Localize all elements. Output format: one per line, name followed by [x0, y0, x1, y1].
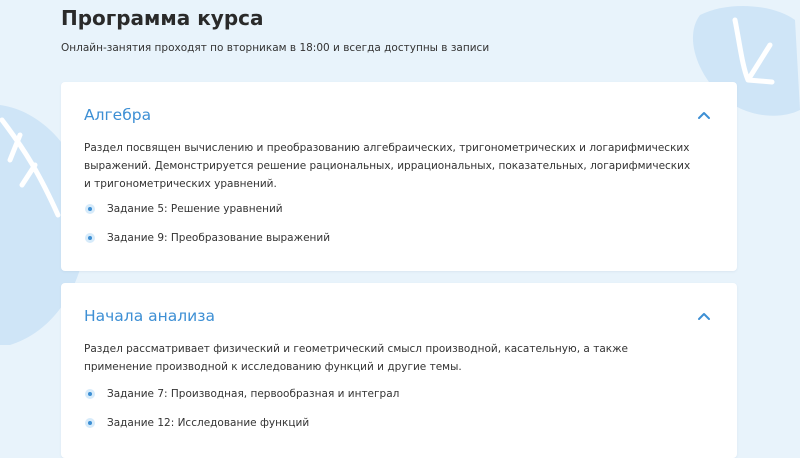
task-label: Задание 7: Производная, первообразная и … — [107, 388, 400, 400]
chevron-up-icon[interactable] — [697, 311, 711, 321]
bullet-icon — [85, 389, 95, 399]
section-description: Раздел рассматривает физический и геомет… — [84, 343, 629, 373]
list-item[interactable]: Задание 7: Производная, первообразная и … — [84, 386, 399, 415]
list-item[interactable]: Задание 5: Решение уравнений — [84, 201, 330, 230]
section-card-analysis: Начала анализа Раздел рассматривает физи… — [61, 283, 737, 458]
task-label: Задание 9: Преобразование выражений — [107, 231, 331, 244]
section-description: Раздел посвящен вычислению и преобразова… — [84, 142, 691, 190]
section-title[interactable]: Начала анализа — [84, 307, 215, 325]
bullet-icon — [85, 417, 95, 428]
section-title[interactable]: Алгебра — [84, 106, 151, 124]
chevron-up-icon[interactable] — [697, 110, 711, 120]
bullet-icon — [85, 232, 95, 243]
bullet-icon — [85, 204, 95, 214]
page-subtitle: Онлайн-занятия проходят по вторникам в 1… — [61, 42, 490, 54]
task-list: Задание 5: Решение уравнений Задание 9: … — [84, 201, 330, 258]
list-item[interactable]: Задание 9: Преобразование выражений — [84, 230, 330, 259]
list-item[interactable]: Задание 12: Исследование функций — [84, 415, 399, 444]
task-list: Задание 7: Производная, первообразная и … — [84, 386, 399, 443]
task-label: Задание 12: Исследование функций — [107, 416, 310, 429]
task-label: Задание 5: Решение уравнений — [107, 203, 283, 215]
page-title: Программа курса — [61, 6, 264, 30]
section-card-algebra: Алгебра Раздел посвящен вычислению и пре… — [61, 82, 737, 271]
